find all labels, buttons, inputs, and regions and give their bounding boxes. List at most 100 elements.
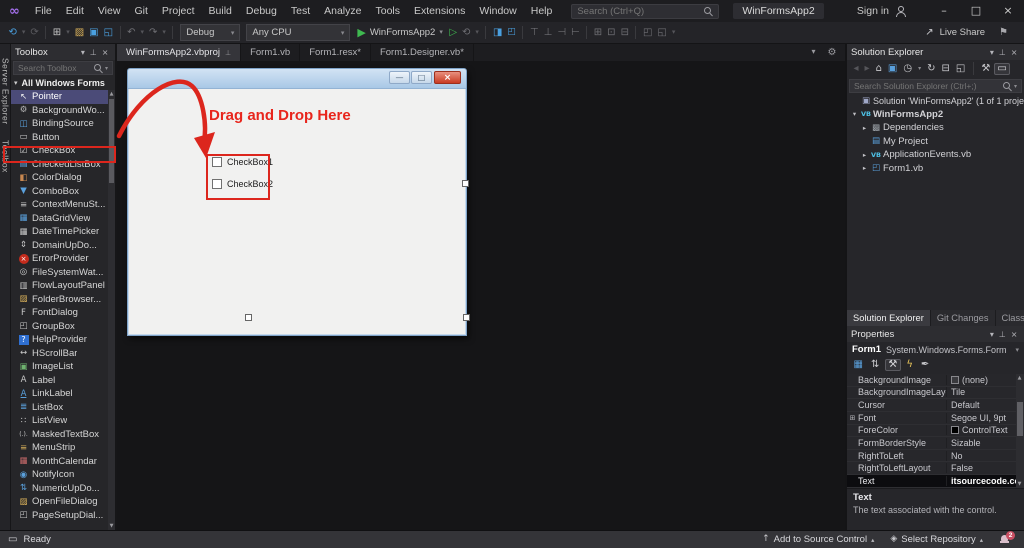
menu-extensions[interactable]: Extensions — [407, 0, 472, 22]
size-to-grid-icon[interactable]: ⊟ — [618, 28, 631, 38]
toolbox-item-checkedlistbox[interactable]: ▤CheckedListBox — [11, 158, 108, 172]
toolbox-item-pointer[interactable]: ↖Pointer — [11, 90, 108, 104]
new-project-icon[interactable]: ⊞ — [50, 28, 63, 38]
property-row-font[interactable]: ⊞FontSegoe UI, 9pt — [847, 412, 1024, 425]
back-icon[interactable]: ◂ — [851, 64, 861, 74]
chevron-expanded-icon[interactable]: ▾ — [850, 110, 859, 118]
property-value[interactable]: Tile — [947, 387, 1024, 397]
open-file-icon[interactable]: ▨ — [72, 28, 86, 38]
notifications-bell-icon[interactable]: 2 — [999, 534, 1010, 545]
toolbox-item-folderbrowser[interactable]: ▨FolderBrowser... — [11, 293, 108, 307]
toolbox-item-filesystemwat[interactable]: ◎FileSystemWat... — [11, 266, 108, 280]
panel-dropdown-icon[interactable]: ▾ — [987, 48, 996, 57]
form-resize-handle-bottom[interactable] — [245, 314, 252, 321]
menu-window[interactable]: Window — [472, 0, 523, 22]
show-grid-icon[interactable]: ⊡ — [605, 28, 618, 38]
filter-dropdown-icon[interactable]: ▾ — [916, 66, 924, 72]
align-lefts-icon[interactable]: ⊣ — [555, 28, 569, 38]
categorized-icon[interactable]: ▦ — [851, 360, 865, 370]
property-row-backgroundimagelayout[interactable]: BackgroundImageLayoutTile — [847, 387, 1024, 400]
property-value[interactable]: Sizable — [947, 438, 1024, 448]
scrollbar-thumb[interactable] — [109, 99, 114, 183]
solution-search-box[interactable]: ▾ — [849, 79, 1022, 93]
hot-reload-dropdown-icon[interactable]: ▾ — [473, 29, 482, 36]
property-value[interactable]: Default — [947, 400, 1024, 410]
tree-item-dependencies[interactable]: ▸▩Dependencies — [847, 121, 1024, 135]
navigate-forward-icon[interactable]: ⟳ — [28, 28, 41, 38]
chevron-collapsed-icon[interactable]: ▸ — [860, 124, 869, 132]
close-icon[interactable]: × — [1008, 330, 1020, 339]
toolbox-item-listview[interactable]: ∷ListView — [11, 414, 108, 428]
toolbox-item-openfiledialog[interactable]: ▨OpenFileDialog — [11, 495, 108, 509]
start-debugging-button[interactable]: ▶ WinFormsApp2 ▾ — [357, 27, 442, 38]
menu-file[interactable]: File — [28, 0, 59, 22]
form-close-button[interactable]: × — [434, 71, 461, 84]
toolbox-item-colordialog[interactable]: ◧ColorDialog — [11, 171, 108, 185]
menu-git[interactable]: Git — [127, 0, 154, 22]
bring-to-front-icon[interactable]: ◰ — [640, 28, 654, 38]
toolbox-item-bindingsource[interactable]: ◫BindingSource — [11, 117, 108, 131]
menu-test[interactable]: Test — [284, 0, 317, 22]
align-middles-icon[interactable]: ⊥ — [541, 28, 555, 38]
toolbox-group-all-windows-forms[interactable]: ▾ All Windows Forms — [11, 76, 115, 89]
panel-tab-class-view[interactable]: Class View — [996, 310, 1024, 326]
pin-icon[interactable]: ⊥ — [996, 48, 1008, 57]
toolbox-item-label[interactable]: ALabel — [11, 374, 108, 388]
home-icon[interactable]: ⌂ — [873, 64, 884, 74]
toolbox-item-linklabel[interactable]: ALinkLabel — [11, 387, 108, 401]
designer-checkbox2[interactable]: CheckBox2 — [212, 179, 273, 189]
property-value[interactable]: Segoe UI, 9pt — [947, 413, 1024, 423]
send-to-back-icon[interactable]: ◱ — [655, 28, 669, 38]
menu-view[interactable]: View — [91, 0, 128, 22]
property-row-backgroundimage[interactable]: BackgroundImage(none) — [847, 374, 1024, 387]
properties-object-dropdown[interactable]: Form1 System.Windows.Forms.Form ▾ — [847, 342, 1024, 357]
pin-icon[interactable]: ⊥ — [87, 48, 99, 57]
toolbox-scrollbar[interactable]: ▲ ▼ — [108, 90, 115, 530]
sign-in-button[interactable]: Sign in — [857, 5, 906, 17]
toolbox-item-monthcalendar[interactable]: ▦MonthCalendar — [11, 455, 108, 469]
panel-dropdown-icon[interactable]: ▾ — [78, 48, 87, 57]
events-icon[interactable]: ϟ — [904, 360, 916, 370]
search-options-dropdown-icon[interactable]: ▾ — [105, 65, 108, 72]
toolbox-item-menustrip[interactable]: ≡MenuStrip — [11, 441, 108, 455]
menu-analyze[interactable]: Analyze — [317, 0, 368, 22]
forward-icon[interactable]: ▸ — [862, 64, 872, 74]
properties-tool-icon[interactable]: ⚒ — [979, 64, 993, 74]
property-value[interactable]: False — [947, 463, 1024, 473]
active-files-dropdown-icon[interactable]: ▾ — [809, 48, 818, 58]
save-all-icon[interactable]: ◱ — [101, 28, 115, 38]
toolbox-search-box[interactable]: ▾ — [13, 61, 113, 75]
quick-search-box[interactable] — [571, 4, 719, 19]
server-explorer-vertical-tab[interactable]: Server Explorer — [1, 58, 11, 125]
toolbox-item-hscrollbar[interactable]: ↔HScrollBar — [11, 347, 108, 361]
toolbox-item-errorprovider[interactable]: ×ErrorProvider — [11, 252, 108, 266]
tree-item-my-project[interactable]: ▤My Project — [847, 135, 1024, 149]
checkbox-unchecked-icon[interactable] — [212, 157, 222, 167]
property-value[interactable]: ControlText — [947, 425, 1024, 435]
redo-dropdown-icon[interactable]: ▾ — [160, 29, 169, 36]
properties-view-icon[interactable]: ⚒ — [885, 359, 901, 371]
new-project-dropdown-icon[interactable]: ▾ — [64, 29, 73, 36]
toolbox-item-checkbox[interactable]: ☑CheckBox — [11, 144, 108, 158]
alphabetical-icon[interactable]: ⇅ — [868, 360, 881, 370]
toolbox-item-domainupdo[interactable]: ⇕DomainUpDo... — [11, 239, 108, 253]
make-same-width-icon[interactable]: ⊢ — [569, 28, 583, 38]
toolbox-item-pagesetupdial[interactable]: ◰PageSetupDial... — [11, 509, 108, 523]
designer-checkbox1[interactable]: CheckBox1 — [212, 157, 273, 167]
toolbox-item-backgroundwo[interactable]: ⚙BackgroundWo... — [11, 104, 108, 118]
toolbox-item-combobox[interactable]: ▼ComboBox — [11, 185, 108, 199]
toolbox-item-fontdialog[interactable]: FFontDialog — [11, 306, 108, 320]
toolbox-item-helpprovider[interactable]: ?HelpProvider — [11, 333, 108, 347]
solution-explorer-header[interactable]: Solution Explorer ▾⊥× — [847, 44, 1024, 60]
solution-search-input[interactable] — [854, 81, 1002, 91]
property-pages-icon[interactable]: ✒ — [918, 360, 931, 370]
property-row-cursor[interactable]: CursorDefault — [847, 399, 1024, 412]
tab-winformsapp2-vbproj[interactable]: WinFormsApp2.vbproj⊥ — [117, 44, 241, 61]
document-outline-icon[interactable]: ◰ — [505, 28, 519, 37]
tab-form1-resx[interactable]: Form1.resx* — [300, 44, 371, 61]
menu-tools[interactable]: Tools — [368, 0, 407, 22]
toolbox-item-datagridview[interactable]: ▦DataGridView — [11, 212, 108, 226]
scroll-down-icon[interactable]: ▼ — [1016, 481, 1023, 487]
tree-item-applicationevents-vb[interactable]: ▸VBApplicationEvents.vb — [847, 148, 1024, 162]
pending-changes-filter-icon[interactable]: ◷ — [901, 64, 915, 74]
